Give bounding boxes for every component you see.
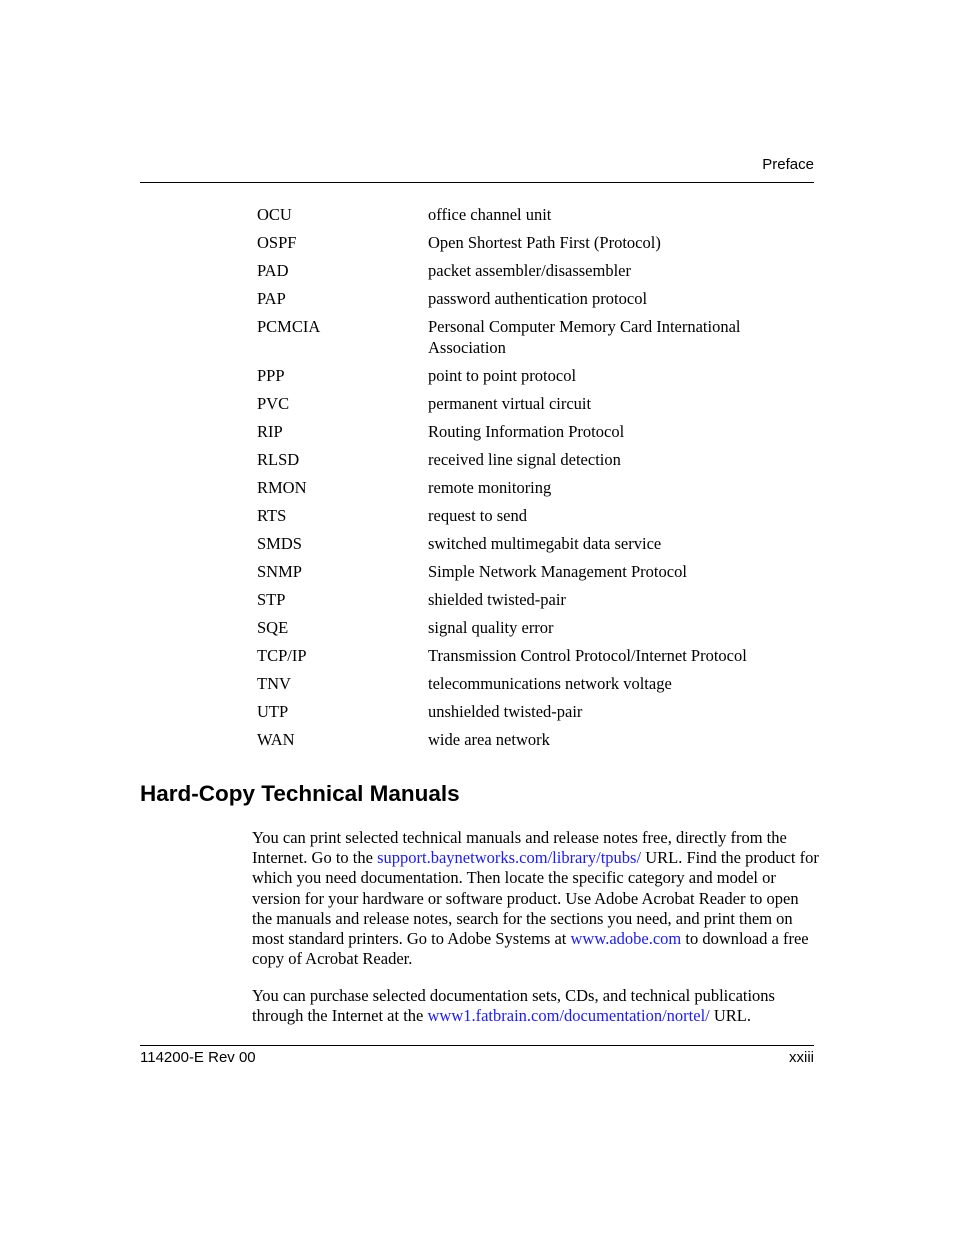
glossary-term: PAD (257, 261, 289, 280)
glossary-definition: Routing Information Protocol (428, 421, 625, 441)
glossary-definition: point to point protocol (428, 365, 577, 385)
document-number: 114200-E Rev 00 (140, 1049, 256, 1066)
glossary-row: PAP password authentication protocol (257, 289, 817, 310)
glossary-term: SQE (257, 617, 289, 637)
glossary-definition: shielded twisted-pair (428, 589, 566, 609)
paragraph-purchase: You can purchase selected documentation … (252, 986, 822, 1026)
adobe-link[interactable]: www.adobe.com (571, 929, 682, 948)
glossary-row: TNV telecommunications network voltage (257, 674, 817, 695)
glossary-row: PPP point to point protocol (257, 366, 817, 387)
document-page: Preface OCU office channel unit OSPF Open S… (0, 0, 954, 1235)
glossary-row: PVC permanent virtual circuit (257, 394, 817, 415)
glossary-definition: password authentication protocol (428, 289, 648, 308)
glossary-definition: Open Shortest Path First (Protocol) (428, 233, 661, 252)
paragraph-print-manuals: You can print selected technical manuals… (252, 828, 822, 969)
fatbrain-link[interactable]: www1.fatbrain.com/documentation/nortel/ (427, 1006, 709, 1025)
glossary-term: STP (257, 589, 286, 609)
glossary-row: RLSD received line signal detection (257, 450, 817, 471)
baynetworks-link[interactable]: support.baynetworks.com/library/tpubs/ (377, 848, 641, 867)
glossary-term: UTP (257, 701, 289, 721)
glossary-term: WAN (257, 729, 295, 749)
glossary-definition: Simple Network Management Protocol (428, 561, 687, 581)
glossary-definition: office channel unit (428, 205, 552, 224)
glossary-definition: request to send (428, 505, 527, 525)
glossary-definition: received line signal detection (428, 449, 621, 469)
header-rule (140, 182, 814, 183)
glossary-row: SNMP Simple Network Management Protocol (257, 562, 817, 583)
glossary-definition: switched multimegabit data service (428, 533, 662, 553)
glossary-term: RLSD (257, 449, 300, 469)
glossary-row: OSPF Open Shortest Path First (Protocol) (257, 233, 817, 254)
page-number: xxiii (789, 1049, 814, 1066)
glossary-definition: remote monitoring (428, 477, 552, 497)
glossary-term: TNV (257, 673, 291, 693)
glossary-row: TCP/IP Transmission Control Protocol/Inte… (257, 646, 817, 667)
glossary-definition: wide area network (428, 729, 550, 749)
glossary-term: RMON (257, 477, 307, 497)
glossary-term: OCU (257, 205, 292, 224)
glossary-definition: packet assembler/disassembler (428, 261, 631, 280)
glossary-row: UTP unshielded twisted-pair (257, 702, 817, 723)
glossary-definition: unshielded twisted-pair (428, 701, 583, 721)
glossary-term: RTS (257, 505, 287, 525)
glossary-row: SMDS switched multimegabit data service (257, 534, 817, 555)
section-heading: Hard-Copy Technical Manuals (140, 781, 460, 806)
glossary-term: SNMP (257, 561, 302, 581)
text: URL. (709, 1006, 751, 1026)
glossary-row: RMON remote monitoring (257, 478, 817, 499)
glossary-definition: signal quality error (428, 617, 554, 637)
glossary-term: SMDS (257, 533, 302, 553)
glossary-row: WAN wide area network (257, 730, 817, 751)
glossary-term: PVC (257, 393, 290, 413)
acronym-glossary: OCU office channel unit OSPF Open Shortest … (257, 205, 817, 758)
glossary-term: PAP (257, 289, 286, 308)
glossary-term: OSPF (257, 233, 297, 252)
footer-rule (140, 1045, 814, 1046)
glossary-row: PCMCIA Personal Computer Memory Card Inte… (257, 317, 817, 358)
glossary-definition: permanent virtual circuit (428, 393, 592, 413)
glossary-row: STP shielded twisted-pair (257, 590, 817, 611)
glossary-term: TCP/IP (257, 645, 307, 665)
glossary-term: PCMCIA (257, 317, 321, 336)
running-head: Preface (762, 156, 814, 173)
glossary-term: PPP (257, 365, 285, 385)
glossary-row: RIP Routing Information Protocol (257, 422, 817, 443)
glossary-definition: telecommunications network voltage (428, 673, 672, 693)
glossary-definition: Personal Computer Memory Card Internatio… (428, 317, 741, 357)
glossary-definition: Transmission Control Protocol/Internet P… (428, 645, 747, 665)
glossary-row: PAD packet assembler/disassembler (257, 261, 817, 282)
glossary-row: SQE signal quality error (257, 618, 817, 639)
glossary-row: RTS request to send (257, 506, 817, 527)
glossary-term: RIP (257, 421, 283, 441)
glossary-row: OCU office channel unit (257, 205, 817, 226)
